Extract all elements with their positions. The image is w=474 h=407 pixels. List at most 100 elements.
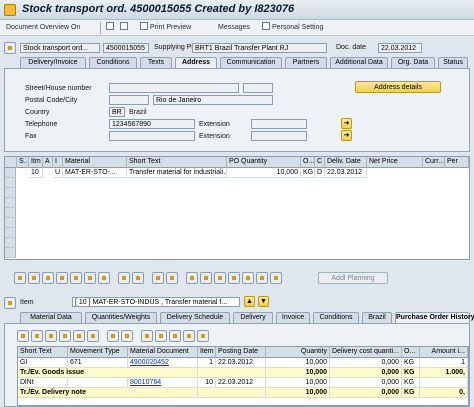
history-total-quantity-cell[interactable]: 10,000: [266, 368, 330, 378]
history-toolbar-icon[interactable]: [141, 330, 153, 342]
item-category-cell[interactable]: U: [53, 168, 63, 178]
short-text-cell[interactable]: Transfer material for industriali...: [127, 168, 227, 178]
item-toolbar-icon[interactable]: [14, 272, 26, 284]
col-header[interactable]: Deliv. Date: [325, 157, 367, 168]
history-toolbar-icon[interactable]: [17, 330, 29, 342]
row-selector[interactable]: [5, 208, 16, 218]
history-item-cell[interactable]: 1: [198, 358, 216, 368]
tab-additional-data[interactable]: Additional Data: [330, 57, 388, 68]
unit-cell[interactable]: KG: [301, 168, 315, 178]
messages-button[interactable]: Messages: [218, 22, 250, 34]
item-toolbar-icon[interactable]: [132, 272, 144, 284]
previous-item-icon[interactable]: ▲: [244, 296, 255, 307]
next-item-icon[interactable]: ▼: [258, 296, 269, 307]
item-toolbar-icon[interactable]: [270, 272, 282, 284]
new-document-icon[interactable]: [106, 22, 116, 34]
history-delivery-cost-cell[interactable]: 0,000: [330, 378, 402, 388]
tab-conditions[interactable]: Conditions: [313, 312, 359, 323]
row-selector[interactable]: [5, 228, 16, 238]
row-selector[interactable]: [5, 248, 16, 258]
history-toolbar-icon[interactable]: [155, 330, 167, 342]
fax-arrow-icon[interactable]: ➜: [341, 130, 352, 141]
item-toolbar-icon[interactable]: [186, 272, 198, 284]
item-toolbar-icon[interactable]: [256, 272, 268, 284]
telephone-extension-field[interactable]: [251, 119, 307, 129]
history-total-amount-cell[interactable]: 0,: [420, 388, 468, 398]
other-document-icon[interactable]: [120, 22, 130, 34]
history-delivery-cost-cell[interactable]: 0,000: [330, 358, 402, 368]
date-category-cell[interactable]: D: [315, 168, 325, 178]
tab-address[interactable]: Address: [175, 57, 217, 68]
item-toolbar-icon[interactable]: [214, 272, 226, 284]
tab-conditions[interactable]: Conditions: [89, 57, 137, 68]
item-toolbar-icon[interactable]: [118, 272, 130, 284]
history-total-quantity-cell[interactable]: 10,000: [266, 388, 330, 398]
history-toolbar-icon[interactable]: [31, 330, 43, 342]
col-header[interactable]: Delivery cost quanti...: [330, 347, 402, 358]
tab-delivery-invoice[interactable]: Delivery/Invoice: [20, 57, 86, 68]
telephone-arrow-icon[interactable]: ➜: [341, 118, 352, 129]
material-document-link[interactable]: 80010764: [128, 378, 198, 388]
personal-setting-button[interactable]: Personal Setting: [262, 22, 323, 34]
tab-partners[interactable]: Partners: [285, 57, 327, 68]
item-toolbar-icon[interactable]: [200, 272, 212, 284]
item-toolbar-icon[interactable]: [56, 272, 68, 284]
tab-status[interactable]: Status: [438, 57, 468, 68]
item-toolbar-icon[interactable]: [166, 272, 178, 284]
col-header[interactable]: Net Price: [367, 157, 423, 168]
tab-delivery[interactable]: Delivery: [233, 312, 273, 323]
tab-communication[interactable]: Communication: [220, 57, 282, 68]
item-detail-collapse-icon[interactable]: [4, 297, 16, 309]
tab-quantities-weights[interactable]: Quantities/Weights: [85, 312, 157, 323]
material-cell[interactable]: MAT-ER-STO-...: [63, 168, 127, 178]
history-quantity-cell[interactable]: 10,000: [266, 358, 330, 368]
history-amount-cell[interactable]: 1: [420, 358, 468, 368]
item-toolbar-icon[interactable]: [228, 272, 240, 284]
item-toolbar-icon[interactable]: [28, 272, 40, 284]
col-header[interactable]: Short Text: [18, 347, 68, 358]
history-total-amount-cell[interactable]: 1.000,: [420, 368, 468, 378]
history-toolbar-icon[interactable]: [169, 330, 181, 342]
col-header[interactable]: Quantity: [266, 347, 330, 358]
item-dropdown[interactable]: [ 10 ] MAT-ER-STO-INDUS , Transfer mater…: [72, 297, 240, 307]
col-header[interactable]: Curr...: [423, 157, 445, 168]
history-toolbar-icon[interactable]: [107, 330, 119, 342]
tab-invoice[interactable]: Invoice: [276, 312, 310, 323]
row-selector[interactable]: [5, 188, 16, 198]
tab-org-data[interactable]: Org. Data: [391, 57, 435, 68]
material-document-link[interactable]: 4900020452: [128, 358, 198, 368]
col-header[interactable]: Movement Type: [68, 347, 128, 358]
col-header[interactable]: S..: [17, 157, 29, 168]
history-unit-cell[interactable]: KG: [402, 378, 420, 388]
history-toolbar-icon[interactable]: [45, 330, 57, 342]
supplying-plant-field[interactable]: BRT1 Brazil Transfer Plant RJ: [192, 43, 327, 53]
item-toolbar-icon[interactable]: [242, 272, 254, 284]
col-header[interactable]: Short Text: [127, 157, 227, 168]
history-amount-cell[interactable]: [420, 378, 468, 388]
row-selector[interactable]: [5, 168, 16, 178]
history-total-label[interactable]: Tr./Ev. Delivery note: [18, 388, 198, 398]
history-toolbar-icon[interactable]: [183, 330, 195, 342]
postal-code-field[interactable]: [109, 95, 149, 105]
document-type-field[interactable]: Stock transport ord...: [20, 43, 100, 53]
col-header[interactable]: Material: [63, 157, 127, 168]
row-selector[interactable]: [5, 178, 16, 188]
col-header[interactable]: O...: [301, 157, 315, 168]
col-header[interactable]: I: [53, 157, 63, 168]
document-overview-button[interactable]: Document Overview On: [6, 22, 80, 34]
item-toolbar-icon[interactable]: [70, 272, 82, 284]
fax-field[interactable]: [109, 131, 195, 141]
tab-delivery-schedule[interactable]: Delivery Schedule: [160, 312, 230, 323]
city-field[interactable]: Rio de Janeiro: [153, 95, 273, 105]
history-total-delivery-cost-cell[interactable]: 0,000: [330, 388, 402, 398]
item-toolbar-icon[interactable]: [42, 272, 54, 284]
history-posting-date-cell[interactable]: 22.03.2012: [216, 358, 266, 368]
history-total-delivery-cost-cell[interactable]: 0,000: [330, 368, 402, 378]
telephone-field[interactable]: 1234567890: [109, 119, 195, 129]
item-toolbar-icon[interactable]: [98, 272, 110, 284]
col-header[interactable]: Itm: [29, 157, 43, 168]
row-selector[interactable]: [5, 218, 16, 228]
col-header[interactable]: C: [315, 157, 325, 168]
col-header[interactable]: Per: [445, 157, 469, 168]
history-toolbar-icon[interactable]: [73, 330, 85, 342]
